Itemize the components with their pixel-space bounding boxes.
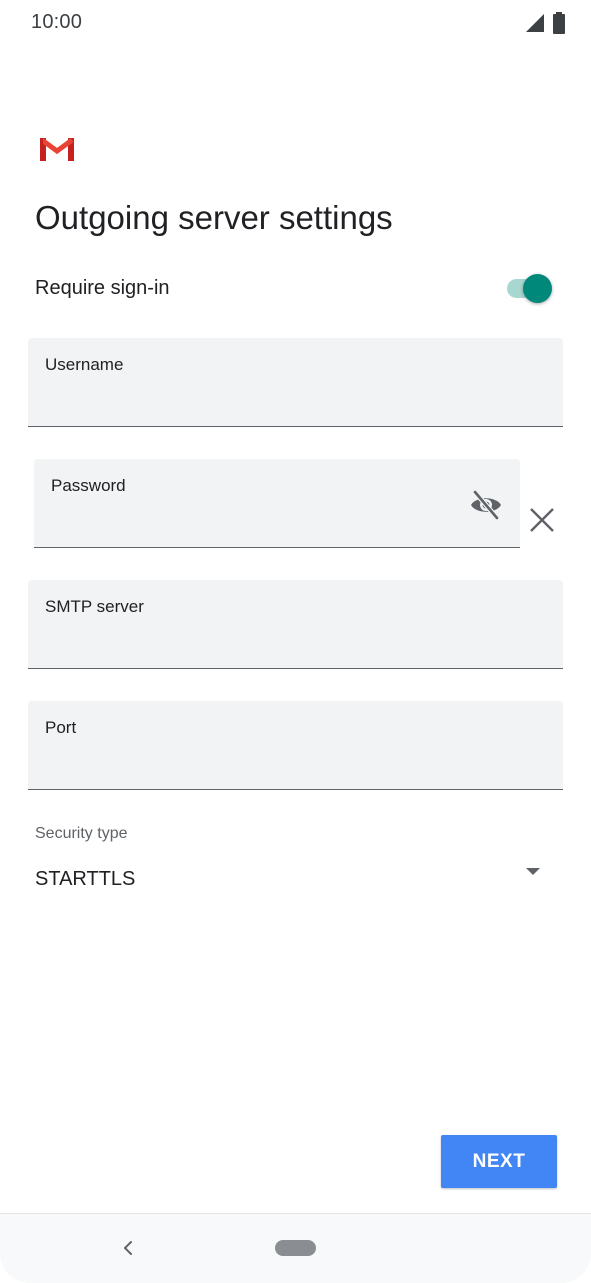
require-signin-row: Require sign-in (35, 270, 555, 306)
require-signin-label: Require sign-in (35, 277, 170, 299)
status-bar: 10:00 (0, 0, 591, 48)
battery-icon (553, 12, 565, 34)
next-button[interactable]: NEXT (441, 1135, 557, 1188)
port-input[interactable] (45, 749, 490, 779)
username-input[interactable] (45, 386, 490, 416)
require-signin-toggle[interactable] (505, 273, 553, 303)
username-label: Username (45, 355, 124, 374)
dropdown-arrow-icon (526, 868, 540, 875)
password-input[interactable] (51, 507, 447, 537)
security-type-label: Security type (35, 825, 128, 842)
gmail-logo-icon (40, 138, 74, 161)
close-icon[interactable] (526, 504, 558, 536)
password-label: Password (51, 476, 126, 495)
port-label: Port (45, 718, 77, 737)
home-pill[interactable] (275, 1240, 316, 1256)
security-type-value: STARTTLS (35, 868, 136, 890)
username-field[interactable]: Username (28, 338, 563, 427)
navigation-bar (0, 1213, 591, 1283)
smtp-server-label: SMTP server (45, 597, 144, 616)
password-field[interactable]: Password (34, 459, 520, 548)
page-title: Outgoing server settings (35, 199, 393, 236)
status-time: 10:00 (31, 11, 83, 33)
smtp-server-field[interactable]: SMTP server (28, 580, 563, 669)
security-type-dropdown[interactable]: STARTTLS (35, 856, 550, 904)
toggle-thumb (523, 274, 552, 303)
smtp-server-input[interactable] (45, 628, 490, 658)
back-icon[interactable] (116, 1236, 140, 1260)
signal-icon (526, 14, 544, 32)
port-field[interactable]: Port (28, 701, 563, 790)
eye-off-icon[interactable] (468, 487, 504, 523)
